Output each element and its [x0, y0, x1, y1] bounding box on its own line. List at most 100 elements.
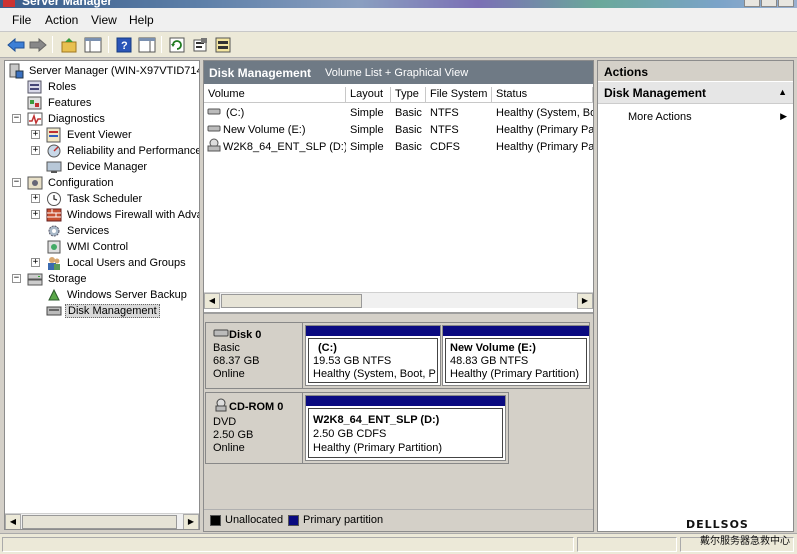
menu-view[interactable]: View — [91, 13, 117, 27]
menu-file[interactable]: File — [12, 13, 31, 27]
tree-label-disk-management: Disk Management — [65, 304, 160, 318]
disk-settings-icon[interactable] — [213, 35, 233, 54]
legend-swatch-unallocated — [210, 515, 221, 526]
roles-icon — [27, 79, 43, 95]
scroll-right-button[interactable]: ▶ — [183, 514, 199, 529]
legend-unallocated: Unallocated — [225, 514, 284, 526]
features-icon — [27, 95, 43, 111]
scroll-thumb[interactable] — [22, 515, 177, 529]
more-actions-label: More Actions — [628, 111, 692, 123]
tree-item-backup[interactable]: Windows Server Backup — [46, 287, 189, 303]
properties-icon[interactable] — [190, 35, 210, 54]
pane-header: Disk Management Volume List + Graphical … — [204, 61, 593, 84]
tree-item-device-manager[interactable]: Device Manager — [46, 159, 149, 175]
partition-d[interactable]: W2K8_64_ENT_SLP (D:) 2.50 GB CDFS Health… — [305, 395, 506, 461]
server-manager-icon — [8, 63, 24, 79]
expand-task-scheduler[interactable]: + — [31, 194, 40, 203]
partition-e[interactable]: New Volume (E:) 48.83 GB NTFS Healthy (P… — [442, 325, 590, 386]
window-title: Server Manager — [22, 0, 113, 8]
cdrom-0-label[interactable]: CD-ROM 0 DVD 2.50 GB Online — [206, 393, 303, 463]
minimize-button[interactable] — [744, 0, 760, 7]
column-volume[interactable]: Volume — [204, 87, 346, 103]
tree-item-firewall[interactable]: Windows Firewall with Adva — [46, 207, 199, 223]
expand-reliability[interactable]: + — [31, 146, 40, 155]
disk-management-pane: Disk Management Volume List + Graphical … — [203, 60, 594, 532]
close-button[interactable] — [778, 0, 794, 7]
up-folder-icon[interactable] — [59, 35, 79, 54]
tree-item-roles[interactable]: Roles — [27, 79, 78, 95]
scroll-left-button[interactable]: ◀ — [5, 514, 21, 529]
tree-item-services[interactable]: Services — [46, 223, 111, 239]
users-icon — [46, 255, 62, 271]
column-file-system[interactable]: File System — [426, 87, 492, 103]
status-panel-2 — [577, 537, 677, 552]
tree-label-diagnostics: Diagnostics — [48, 113, 105, 125]
volume-fs: NTFS — [430, 107, 459, 119]
column-type[interactable]: Type — [391, 87, 426, 103]
scroll-right-button[interactable]: ▶ — [577, 293, 593, 309]
console-tree: Server Manager (WIN-X97VTID714 Roles Fea… — [4, 60, 200, 530]
tree-item-local-users[interactable]: Local Users and Groups — [46, 255, 188, 271]
collapse-up-icon[interactable]: ▲ — [778, 87, 787, 97]
disk-0-label[interactable]: Disk 0 Basic 68.37 GB Online — [206, 323, 303, 388]
tree-item-event-viewer[interactable]: Event Viewer — [46, 127, 134, 143]
graphical-view: Disk 0 Basic 68.37 GB Online (C:) 19.53 … — [204, 312, 593, 531]
show-hide-tree-icon[interactable] — [83, 35, 103, 54]
pane-title: Disk Management — [209, 66, 312, 80]
expand-event-viewer[interactable]: + — [31, 130, 40, 139]
collapse-diagnostics[interactable]: − — [12, 114, 21, 123]
volume-layout: Simple — [350, 124, 384, 136]
column-status[interactable]: Status — [492, 87, 593, 103]
legend: Unallocated Primary partition — [204, 509, 593, 531]
maximize-button[interactable] — [761, 0, 777, 7]
volume-list-hscrollbar[interactable]: ◀ ▶ — [204, 292, 593, 309]
pane-subtitle: Volume List + Graphical View — [325, 67, 469, 79]
tree-hscrollbar[interactable]: ◀ ▶ — [5, 513, 199, 529]
scroll-left-button[interactable]: ◀ — [204, 293, 220, 309]
status-bar — [0, 533, 797, 554]
tree-item-storage[interactable]: Storage — [27, 271, 89, 287]
tree-item-diagnostics[interactable]: Diagnostics — [27, 111, 107, 127]
actions-section-disk-management[interactable]: Disk Management ▲ — [598, 82, 793, 104]
partition-name: W2K8_64_ENT_SLP (D:) — [313, 414, 440, 426]
expand-local-users[interactable]: + — [31, 258, 40, 267]
expand-firewall[interactable]: + — [31, 210, 40, 219]
actions-title: Actions — [598, 61, 793, 81]
volume-status: Healthy (Primary Pa — [496, 124, 593, 136]
disk-name: Disk 0 — [229, 328, 262, 341]
tree-item-features[interactable]: Features — [27, 95, 93, 111]
refresh-icon[interactable] — [167, 35, 187, 54]
menu-help[interactable]: Help — [129, 13, 154, 27]
title-bar: Server Manager — [0, 0, 797, 8]
tree-item-reliability[interactable]: Reliability and Performance — [46, 143, 199, 159]
cdrom-type: DVD — [213, 416, 237, 428]
more-actions-item[interactable]: More Actions ▶ — [598, 109, 793, 127]
partition-name: (C:) — [318, 342, 337, 354]
tree-item-configuration[interactable]: Configuration — [27, 175, 115, 191]
show-hide-action-pane-icon[interactable] — [137, 35, 157, 54]
collapse-configuration[interactable]: − — [12, 178, 21, 187]
partition-c[interactable]: (C:) 19.53 GB NTFS Healthy (System, Boot… — [305, 325, 441, 386]
volume-type: Basic — [395, 124, 422, 136]
help-icon[interactable]: ? — [114, 35, 134, 54]
volume-status: Healthy (Primary Pa — [496, 141, 593, 153]
watermark-logo: DELLSOS — [686, 518, 749, 531]
forward-icon[interactable] — [28, 35, 48, 54]
tree-item-disk-management[interactable]: Disk Management — [46, 303, 160, 319]
scroll-thumb[interactable] — [221, 294, 362, 308]
collapse-storage[interactable]: − — [12, 274, 21, 283]
back-icon[interactable] — [6, 35, 26, 54]
tree-item-task-scheduler[interactable]: Task Scheduler — [46, 191, 144, 207]
menu-action[interactable]: Action — [45, 13, 78, 27]
toolbar: ? — [0, 32, 797, 58]
tree-item-wmi[interactable]: WMI Control — [46, 239, 130, 255]
partition-status: Healthy (Primary Partition) — [450, 368, 579, 380]
dvd-drive-icon — [207, 138, 221, 154]
tree-label-configuration: Configuration — [48, 177, 114, 189]
backup-icon — [46, 287, 62, 303]
disk-state: Online — [213, 368, 245, 380]
column-layout[interactable]: Layout — [346, 87, 391, 103]
clock-icon — [46, 191, 62, 207]
cdrom-size: 2.50 GB — [213, 429, 254, 441]
tree-item-root[interactable]: Server Manager (WIN-X97VTID714 — [8, 63, 199, 79]
